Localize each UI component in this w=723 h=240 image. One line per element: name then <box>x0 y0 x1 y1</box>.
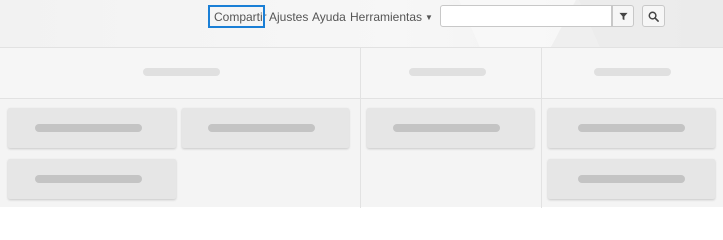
column-divider <box>360 48 361 208</box>
board-card[interactable] <box>8 108 176 148</box>
column-divider <box>541 48 542 208</box>
column-header <box>542 48 723 98</box>
column-title-placeholder <box>409 68 486 76</box>
card-text-placeholder <box>578 124 685 132</box>
app-window: Compartir Ajustes Ayuda Herramientas ▼ <box>0 0 723 208</box>
board-card[interactable] <box>548 108 715 148</box>
column-header <box>0 48 360 98</box>
card-text-placeholder <box>35 124 142 132</box>
card-text-placeholder <box>208 124 315 132</box>
search-input[interactable] <box>440 5 612 27</box>
tools-menu-label: Herramientas <box>350 10 423 24</box>
card-text-placeholder <box>393 124 500 132</box>
card-text-placeholder <box>578 175 685 183</box>
column-title-placeholder <box>143 68 220 76</box>
filter-icon <box>618 12 628 20</box>
column-title-placeholder <box>594 68 671 76</box>
magnifier-icon <box>648 11 659 22</box>
board-card[interactable] <box>8 159 176 199</box>
board-card[interactable] <box>182 108 349 148</box>
tools-menu[interactable]: Herramientas ▼ <box>350 10 433 25</box>
settings-link[interactable]: Ajustes <box>269 10 308 24</box>
header-divider <box>0 98 723 99</box>
caret-down-icon: ▼ <box>425 13 433 22</box>
board <box>0 47 723 208</box>
board-card[interactable] <box>367 108 534 148</box>
search-button[interactable] <box>642 5 665 27</box>
filter-button[interactable] <box>612 5 634 27</box>
column-header <box>361 48 541 98</box>
top-toolbar: Compartir Ajustes Ayuda Herramientas ▼ <box>0 0 723 47</box>
share-link[interactable]: Compartir <box>214 10 267 24</box>
card-text-placeholder <box>35 175 142 183</box>
board-card[interactable] <box>548 159 715 199</box>
help-link[interactable]: Ayuda <box>312 10 346 24</box>
